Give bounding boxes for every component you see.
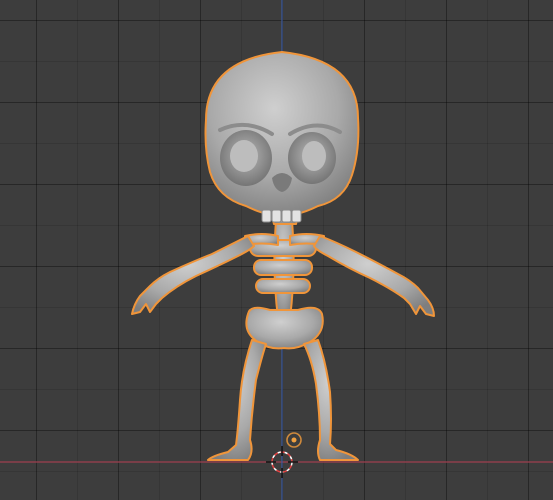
arm-right [313,235,435,317]
leg-left [207,339,267,461]
viewport-canvas[interactable] [0,0,553,500]
skeleton-model[interactable] [131,51,435,461]
3d-viewport[interactable] [0,0,553,500]
arm-left [131,235,255,315]
leg-right [303,339,359,461]
object-origin-icon[interactable] [286,432,302,448]
ribcage [249,239,317,294]
